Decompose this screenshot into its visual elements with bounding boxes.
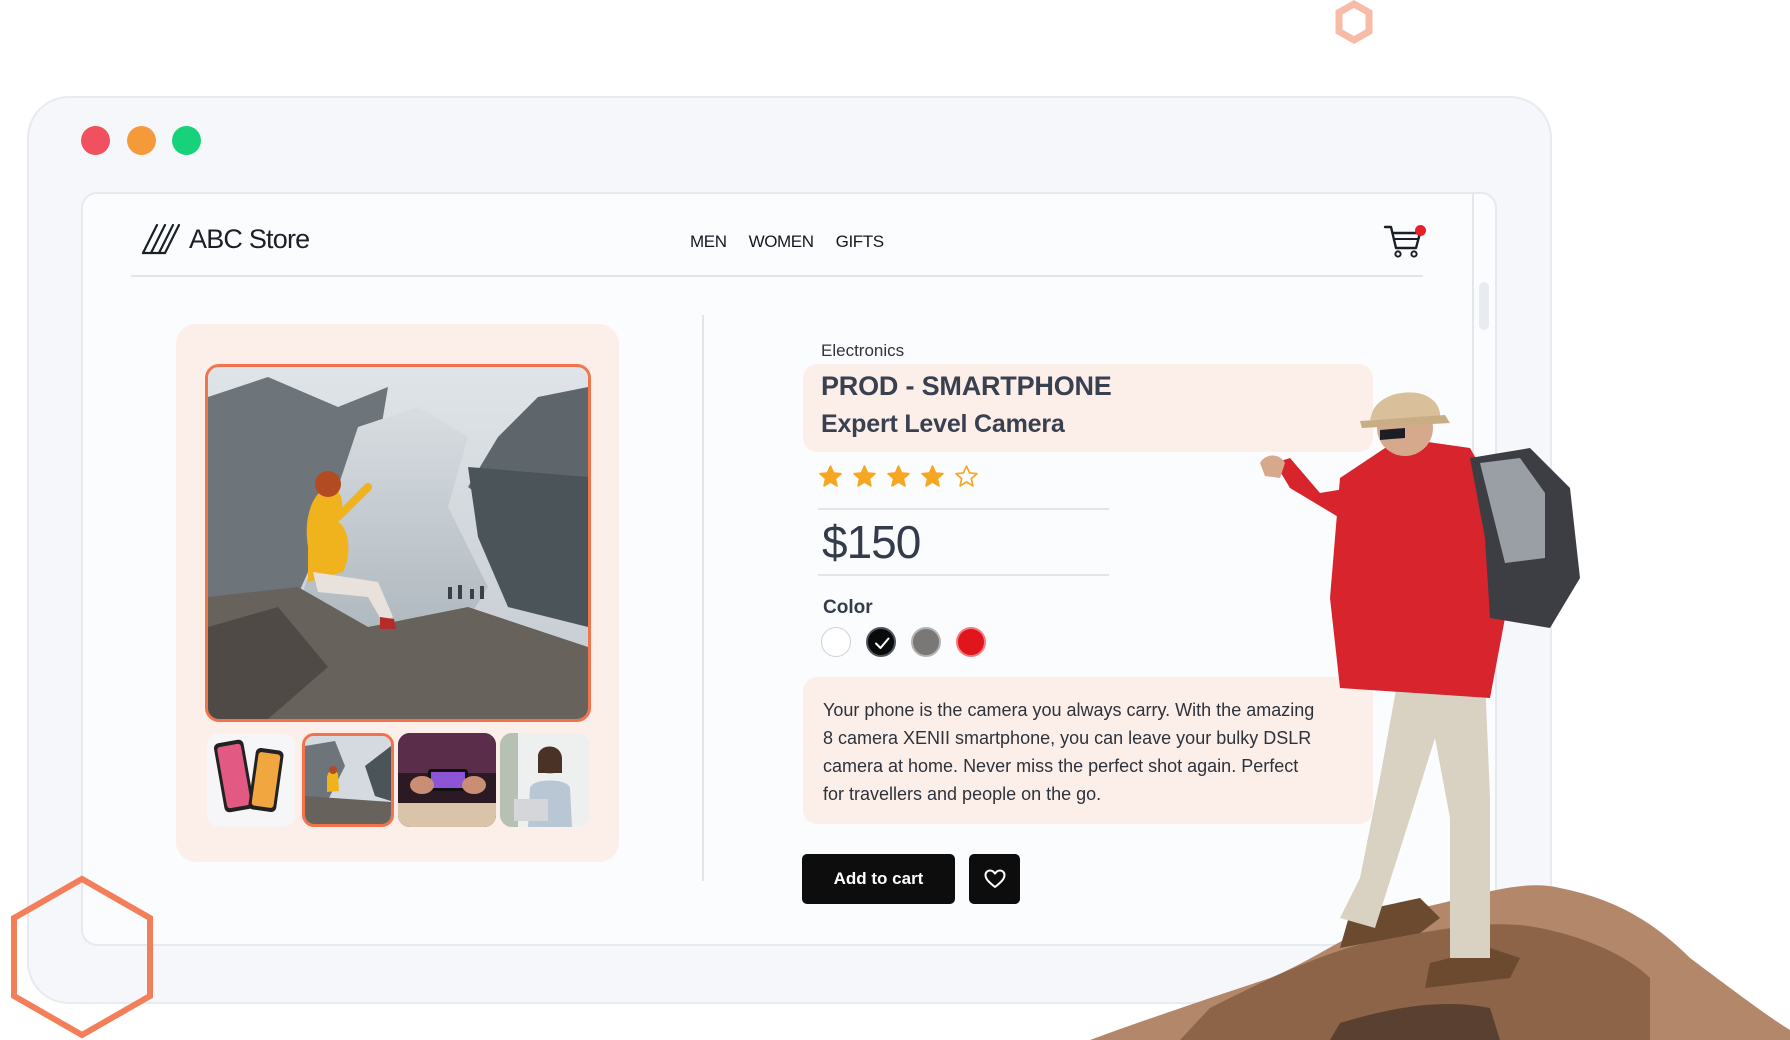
heart-icon	[984, 869, 1005, 888]
store-logo[interactable]: ABC Store	[141, 223, 310, 255]
star-filled-icon[interactable]	[818, 464, 843, 489]
wishlist-button[interactable]	[969, 854, 1020, 904]
cart-notification-dot	[1415, 225, 1426, 236]
star-rating[interactable]	[818, 464, 979, 489]
main-product-image[interactable]	[205, 364, 591, 722]
thumbnail-fjord[interactable]	[302, 733, 394, 827]
color-swatch-white[interactable]	[821, 627, 851, 657]
price-divider-top	[818, 508, 1109, 510]
product-name: PROD - SMARTPHONE	[821, 371, 1112, 401]
star-filled-icon[interactable]	[920, 464, 945, 489]
star-empty-icon[interactable]	[954, 464, 979, 489]
fjord-photo	[208, 367, 588, 719]
product-category[interactable]: Electronics	[821, 341, 904, 361]
add-to-cart-button[interactable]: Add to cart	[802, 854, 955, 904]
product-subtitle: Expert Level Camera	[821, 410, 1065, 438]
header-divider	[131, 275, 1423, 277]
hiker-on-rock-illustration	[1090, 392, 1790, 1040]
store-name: ABC Store	[189, 223, 310, 254]
color-swatch-black[interactable]	[866, 627, 896, 657]
product-price: $150	[822, 516, 921, 568]
gaming-photo	[398, 733, 496, 827]
window-minimize-button[interactable]	[127, 126, 156, 155]
smartphones-photo	[207, 733, 295, 827]
thumbnail-woman-laptop[interactable]	[500, 733, 590, 827]
hexagon-decoration-bottom	[11, 875, 153, 1039]
window-close-button[interactable]	[81, 126, 110, 155]
main-nav: MEN WOMEN GIFTS	[690, 232, 884, 252]
fjord-thumb-photo	[305, 736, 391, 824]
thumbnail-smartphones[interactable]	[207, 733, 295, 827]
checkmark-icon	[875, 637, 890, 649]
diagonal-stripes-logo-icon	[141, 223, 181, 255]
nav-item-gifts[interactable]: GIFTS	[836, 232, 884, 252]
woman-laptop-photo	[500, 733, 590, 827]
color-swatches	[821, 627, 986, 657]
price-divider-bottom	[818, 574, 1109, 576]
hexagon-decoration-top	[1335, 0, 1373, 44]
column-divider	[702, 315, 704, 881]
color-swatch-red[interactable]	[956, 627, 986, 657]
thumbnail-gaming[interactable]	[398, 733, 496, 827]
star-filled-icon[interactable]	[886, 464, 911, 489]
star-filled-icon[interactable]	[852, 464, 877, 489]
nav-item-men[interactable]: MEN	[690, 232, 727, 252]
window-maximize-button[interactable]	[172, 126, 201, 155]
color-swatch-gray[interactable]	[911, 627, 941, 657]
nav-item-women[interactable]: WOMEN	[749, 232, 814, 252]
color-label: Color	[823, 597, 873, 618]
